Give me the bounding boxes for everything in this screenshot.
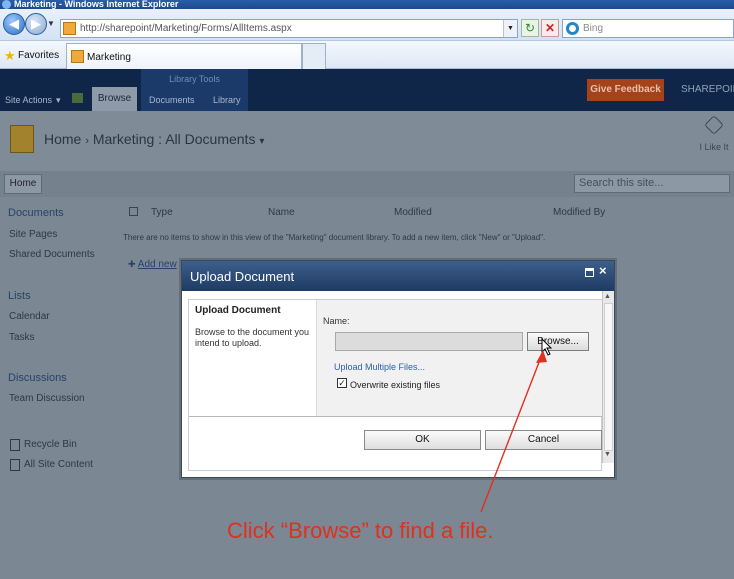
address-dropdown-icon[interactable]: ▼ — [503, 20, 517, 37]
address-url: http://sharepoint/Marketing/Forms/AllIte… — [80, 23, 292, 34]
screenshot-stage: Marketing - Windows Internet Explorer ◀ … — [0, 0, 734, 579]
nav-item-shared-documents[interactable]: Shared Documents — [9, 249, 95, 260]
i-like-it-button[interactable]: I Like It — [697, 115, 731, 152]
address-bar[interactable]: http://sharepoint/Marketing/Forms/AllIte… — [60, 19, 518, 38]
forward-arrow-icon: ▶ — [31, 16, 41, 31]
dialog-scrollbar[interactable]: ▲ ▼ — [602, 291, 614, 463]
overwrite-label: Overwrite existing files — [350, 380, 441, 390]
quick-launch: Documents Site Pages Shared Documents Li… — [0, 197, 122, 579]
add-new-document-link[interactable]: ✚ Add new — [128, 259, 177, 270]
favorites-button[interactable]: Favorites — [18, 50, 59, 61]
ie-logo-icon — [2, 0, 11, 9]
dialog-form-panel: Name: Browse... Upload Multiple Files...… — [316, 300, 602, 416]
section-description: Browse to the document you intend to upl… — [195, 327, 310, 348]
favorites-star-icon[interactable]: ★ — [4, 48, 16, 64]
scroll-thumb[interactable] — [604, 303, 613, 451]
nav-item-team-discussion[interactable]: Team Discussion — [9, 393, 85, 404]
tab-title: Marketing — [87, 52, 131, 63]
breadcrumb-marketing[interactable]: Marketing — [93, 131, 154, 147]
site-favicon-icon — [63, 22, 76, 35]
window-title: Marketing - Windows Internet Explorer — [14, 0, 179, 9]
add-new-label: Add new — [137, 259, 177, 270]
mouse-cursor-icon — [541, 338, 553, 356]
browser-tab-marketing[interactable]: Marketing — [66, 43, 302, 69]
nav-heading-documents[interactable]: Documents — [8, 207, 64, 219]
breadcrumb-separator: › — [85, 135, 89, 147]
column-header-modified[interactable]: Modified — [394, 207, 432, 218]
ribbon-tab-documents[interactable]: Documents — [149, 95, 195, 105]
add-icon: ✚ — [128, 259, 136, 269]
new-tab-button[interactable] — [302, 43, 326, 69]
close-icon[interactable]: × — [599, 263, 607, 278]
refresh-button[interactable]: ↻ — [521, 19, 539, 37]
browse-button[interactable]: Browse... — [527, 332, 589, 351]
nav-heading-lists[interactable]: Lists — [8, 290, 31, 302]
top-nav-home[interactable]: Home — [4, 174, 42, 194]
stop-button[interactable]: ✕ — [541, 19, 559, 37]
ribbon-tab-browse[interactable]: Browse — [92, 87, 137, 111]
column-header-modified-by[interactable]: Modified By — [553, 207, 605, 218]
scroll-up-icon[interactable]: ▲ — [604, 293, 611, 300]
file-path-input[interactable] — [335, 332, 523, 351]
upload-document-dialog: Upload Document × Upload Document Browse… — [181, 260, 615, 478]
name-label: Name: — [323, 316, 350, 326]
select-all-checkbox[interactable] — [129, 207, 138, 216]
i-like-it-label: I Like It — [699, 142, 729, 152]
nav-item-tasks[interactable]: Tasks — [9, 332, 35, 343]
nav-item-recycle-bin[interactable]: Recycle Bin — [24, 439, 77, 450]
breadcrumb-colon: : — [158, 131, 163, 147]
dialog-title: Upload Document — [190, 269, 295, 284]
site-logo-icon — [10, 125, 34, 153]
site-actions-dropdown-icon[interactable]: ▾ — [56, 95, 61, 106]
breadcrumb-all-documents[interactable]: All Documents — [165, 131, 255, 147]
site-actions-menu[interactable]: Site Actions — [5, 95, 52, 105]
dialog-section-description: Upload Document Browse to the document y… — [189, 300, 316, 416]
tab-favicon-icon — [71, 50, 84, 63]
dialog-header: Upload Document × — [182, 261, 614, 291]
browser-search-box[interactable]: Bing — [562, 19, 734, 38]
bing-logo-icon — [566, 22, 579, 35]
favorites-bar: ★ Favorites Marketing — [0, 41, 734, 69]
nav-item-all-site-content[interactable]: All Site Content — [24, 459, 93, 470]
upload-multiple-files-link[interactable]: Upload Multiple Files... — [334, 362, 425, 372]
navigate-up-icon[interactable] — [72, 93, 83, 103]
dialog-body: Upload Document Browse to the document y… — [188, 299, 602, 471]
empty-list-message: There are no items to show in this view … — [123, 233, 546, 242]
tag-icon — [704, 115, 724, 135]
cancel-button[interactable]: Cancel — [485, 430, 602, 450]
recycle-bin-icon — [10, 439, 20, 451]
column-header-name[interactable]: Name — [268, 207, 295, 218]
nav-item-site-pages[interactable]: Site Pages — [9, 229, 57, 240]
refresh-icon: ↻ — [524, 21, 536, 35]
address-toolbar: ◀ ▶ ▼ http://sharepoint/Marketing/Forms/… — [0, 9, 734, 41]
stop-icon: ✕ — [544, 21, 556, 35]
overwrite-checkbox[interactable]: ✓ — [337, 378, 347, 388]
history-dropdown-icon[interactable]: ▼ — [47, 19, 55, 28]
section-heading: Upload Document — [195, 305, 281, 316]
scroll-down-icon[interactable]: ▼ — [604, 451, 611, 458]
forward-button[interactable]: ▶ — [25, 13, 47, 35]
nav-item-calendar[interactable]: Calendar — [9, 311, 50, 322]
view-dropdown-icon[interactable]: ▾ — [259, 136, 264, 147]
site-search-input[interactable]: Search this site... — [574, 174, 730, 193]
annotation-caption: Click “Browse” to find a file. — [227, 518, 494, 543]
back-arrow-icon: ◀ — [9, 16, 19, 31]
maximize-icon[interactable] — [585, 268, 594, 277]
all-site-content-icon — [10, 459, 20, 471]
ok-button[interactable]: OK — [364, 430, 481, 450]
breadcrumb: Home › Marketing : All Documents ▾ — [44, 131, 264, 147]
sharepoint-brand: SHAREPOIN — [681, 84, 734, 95]
back-button[interactable]: ◀ — [3, 13, 25, 35]
dialog-divider — [189, 416, 602, 417]
window-title-bar: Marketing - Windows Internet Explorer — [0, 0, 734, 9]
breadcrumb-home[interactable]: Home — [44, 131, 81, 147]
browser-search-placeholder: Bing — [583, 23, 604, 34]
library-tools-label: Library Tools — [169, 74, 220, 84]
nav-heading-discussions[interactable]: Discussions — [8, 372, 67, 384]
column-header-type[interactable]: Type — [151, 207, 173, 218]
give-feedback-button[interactable]: Give Feedback — [587, 79, 664, 101]
ribbon-tab-library[interactable]: Library — [213, 95, 241, 105]
